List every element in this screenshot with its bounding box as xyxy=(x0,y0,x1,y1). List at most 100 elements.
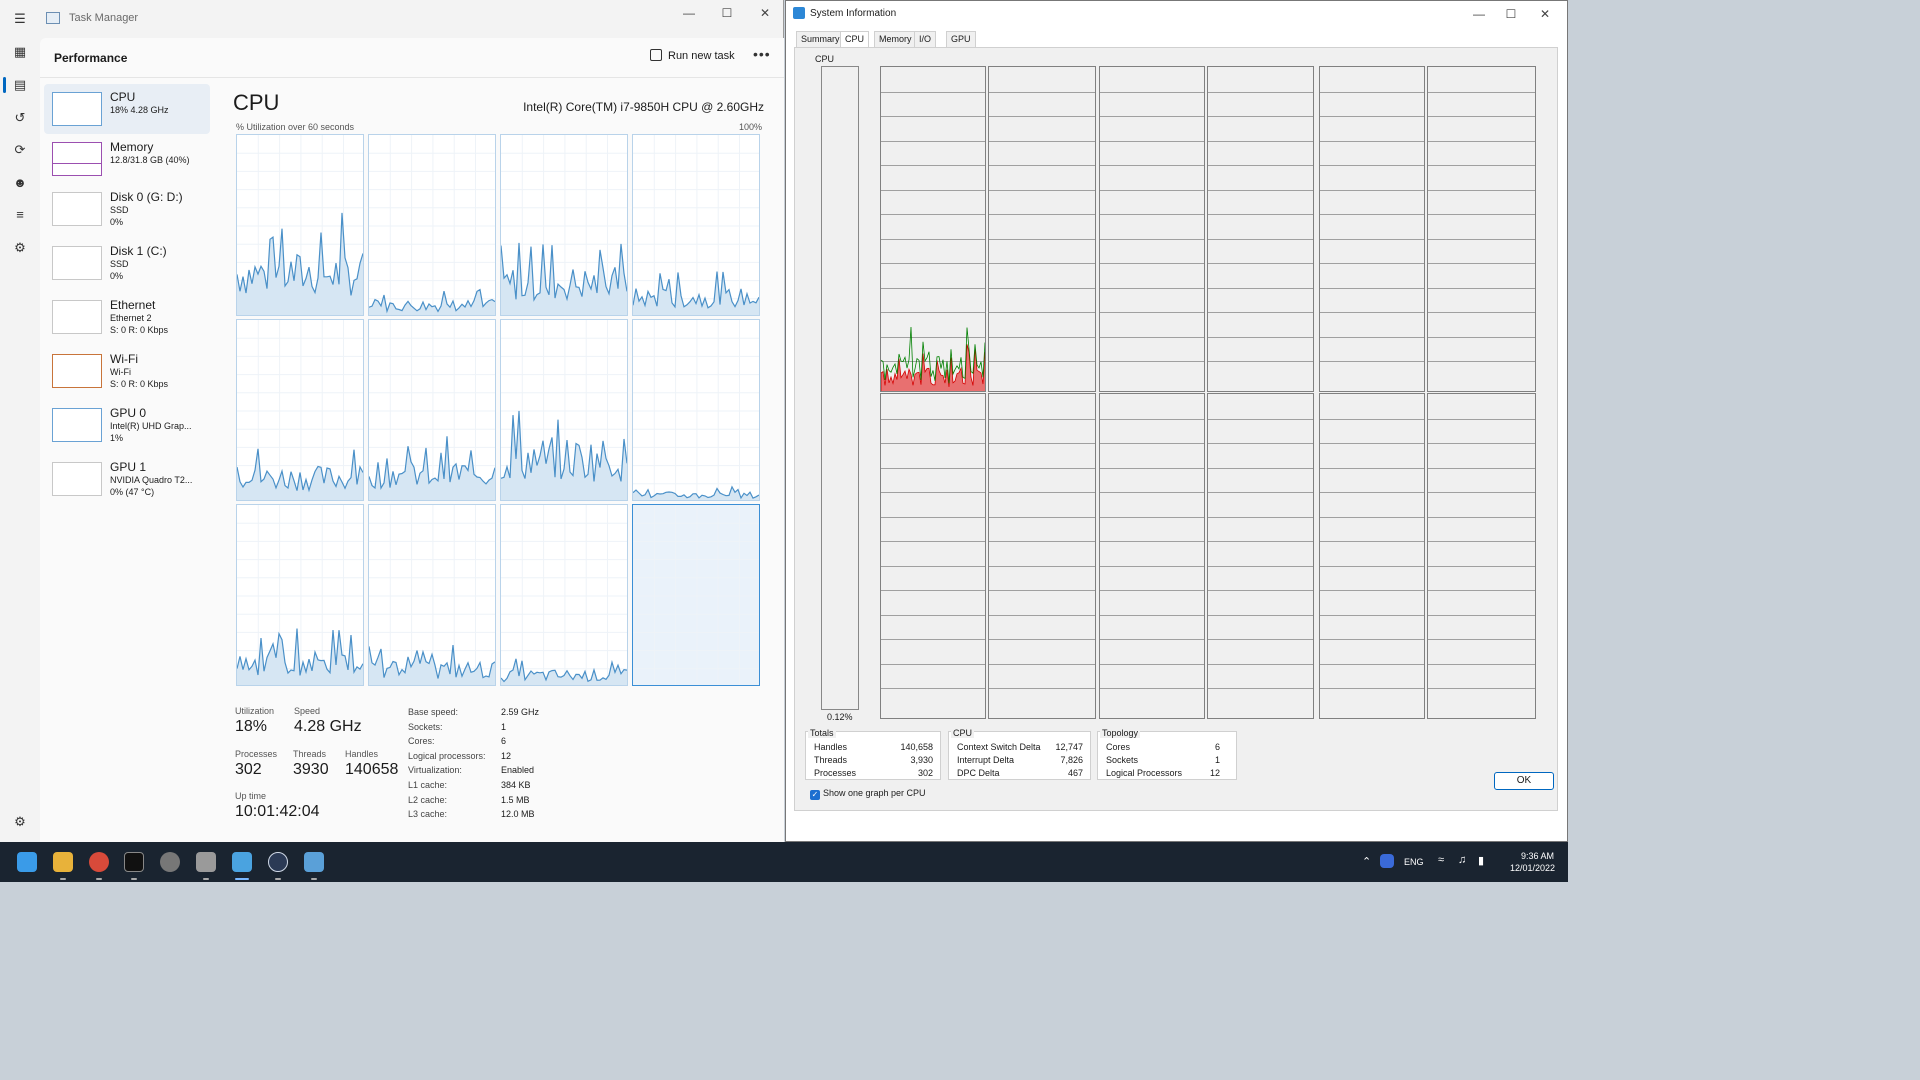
sidebar-item-6[interactable]: GPU 0 Intel(R) UHD Grap... 1% xyxy=(44,400,210,450)
volume-icon[interactable]: ♫ xyxy=(1458,854,1466,894)
start-windows-icon[interactable] xyxy=(17,852,37,872)
core-sparkline xyxy=(633,135,759,315)
services-icon[interactable]: ⚙ xyxy=(11,239,29,257)
sidebar-item-sub2: 0% xyxy=(110,271,124,281)
tray-app-icon[interactable] xyxy=(1380,854,1394,868)
grid-line xyxy=(1428,663,1535,665)
ok-button[interactable]: OK xyxy=(1494,772,1554,790)
hamburger-menu-icon[interactable]: ☰ xyxy=(11,10,29,28)
maximize-button[interactable]: ☐ xyxy=(712,4,742,22)
run-new-task-button[interactable]: Run new task xyxy=(650,49,735,62)
logical-processor-graph[interactable] xyxy=(368,134,496,316)
grid-line xyxy=(1100,614,1204,616)
settings-gear-icon[interactable]: ⚙ xyxy=(11,813,29,831)
show-hidden-icons-chevron-icon[interactable]: ⌃ xyxy=(1362,855,1371,895)
group-value: 467 xyxy=(1067,768,1083,778)
sidebar-item-2[interactable]: Disk 0 (G: D:) SSD 0% xyxy=(44,184,210,234)
show-one-graph-checkbox[interactable]: ✓ Show one graph per CPU xyxy=(810,788,926,800)
logical-processor-graph[interactable] xyxy=(368,504,496,686)
wifi-icon[interactable]: ≈ xyxy=(1438,854,1444,894)
window-title: Task Manager xyxy=(69,12,139,24)
tab-memory[interactable]: Memory xyxy=(874,31,917,47)
language-indicator[interactable]: ENG xyxy=(1404,857,1424,897)
sidebar-item-3[interactable]: Disk 1 (C:) SSD 0% xyxy=(44,238,210,288)
tab-cpu[interactable]: CPU xyxy=(840,31,870,48)
sidebar-item-5[interactable]: Wi-Fi Wi-Fi S: 0 R: 0 Kbps xyxy=(44,346,210,396)
si-close-button[interactable]: ✕ xyxy=(1530,5,1560,23)
logical-processor-graph[interactable] xyxy=(632,134,760,316)
grid-line xyxy=(1100,214,1204,215)
stat-utilization: Utilization 18% xyxy=(235,706,274,736)
logical-processor-graph[interactable] xyxy=(236,319,364,501)
grid-line xyxy=(1428,467,1535,469)
startup-apps-icon[interactable]: ⟳ xyxy=(11,141,29,159)
grid-line xyxy=(1320,443,1424,444)
sidebar-item-7[interactable]: GPU 1 NVIDIA Quadro T2... 0% (47 °C) xyxy=(44,454,210,504)
threads-label: Threads xyxy=(293,749,327,759)
sidebar-item-4[interactable]: Ethernet Ethernet 2 S: 0 R: 0 Kbps xyxy=(44,292,210,342)
grid-line xyxy=(989,614,1095,616)
grid-line xyxy=(1208,361,1313,362)
grid-line xyxy=(1428,516,1535,518)
detail-value: Enabled xyxy=(501,765,535,776)
core-sparkline xyxy=(237,320,363,500)
memory-usage-line xyxy=(53,163,101,164)
per-cpu-graph xyxy=(1207,66,1314,392)
grid-line xyxy=(1100,467,1204,469)
lock-app-icon[interactable] xyxy=(268,852,288,872)
sidebar-thumbnail-graph xyxy=(52,300,102,334)
tab-gpu[interactable]: GPU xyxy=(946,31,976,47)
app-history-icon[interactable]: ↺ xyxy=(11,109,29,127)
grid-line xyxy=(1208,312,1313,313)
performance-icon[interactable]: ▤ xyxy=(11,76,29,94)
logical-processor-graph[interactable] xyxy=(368,319,496,501)
handles-value: 140658 xyxy=(345,761,399,778)
logical-processor-graph[interactable] xyxy=(500,319,628,501)
sidebar-item-sub2: 0% (47 °C) xyxy=(110,487,155,497)
grid-line xyxy=(989,238,1095,240)
grid-line xyxy=(1100,418,1204,420)
sidebar-item-1[interactable]: Memory 12.8/31.8 GB (40%) xyxy=(44,134,210,184)
app-sphere-icon[interactable] xyxy=(160,852,180,872)
system-information-taskbar-icon[interactable] xyxy=(232,852,252,872)
battery-icon[interactable]: ▮ xyxy=(1478,854,1484,894)
terminal-icon[interactable] xyxy=(124,852,144,872)
users-icon[interactable]: ☻ xyxy=(11,174,29,192)
logical-processor-graph[interactable] xyxy=(632,319,760,501)
processes-icon[interactable]: ▦ xyxy=(11,43,29,61)
logical-processor-graph[interactable] xyxy=(632,504,760,686)
stat-speed: Speed 4.28 GHz xyxy=(294,706,362,736)
grid-line xyxy=(1208,263,1313,264)
close-button[interactable]: ✕ xyxy=(750,4,780,22)
task-manager-taskbar-icon[interactable] xyxy=(304,852,324,872)
tab-summary[interactable]: Summary xyxy=(796,31,845,47)
logical-processor-graph[interactable] xyxy=(500,134,628,316)
chip-icon[interactable] xyxy=(196,852,216,872)
sidebar-item-0[interactable]: CPU 18% 4.28 GHz xyxy=(44,84,210,134)
sidebar-item-sub1: SSD xyxy=(110,259,129,269)
logical-processor-graph[interactable] xyxy=(236,504,364,686)
minimize-button[interactable]: — xyxy=(674,4,704,22)
file-explorer-icon[interactable] xyxy=(53,852,73,872)
grid-line xyxy=(989,590,1095,591)
clock[interactable]: 9:36 AM 12/01/2022 xyxy=(1510,851,1555,891)
logical-processor-graph[interactable] xyxy=(236,134,364,316)
per-cpu-graph xyxy=(1319,66,1425,392)
grid-line xyxy=(1320,312,1424,313)
more-options-button[interactable]: ••• xyxy=(753,46,771,62)
sidebar-item-name: CPU xyxy=(110,90,136,104)
stat-processes: Processes 302 xyxy=(235,749,277,779)
tab-io[interactable]: I/O xyxy=(914,31,937,47)
stat-uptime: Up time 10:01:42:04 xyxy=(235,791,320,821)
group-row: Cores 6 xyxy=(1106,742,1244,754)
si-maximize-button[interactable]: ☐ xyxy=(1496,5,1526,23)
task-manager-window: Task Manager — ☐ ✕ ☰ ▦ ▤ ↺ ⟳ ☻ ≡ ⚙ ⚙ Per… xyxy=(0,0,784,842)
group-row: Handles 140,658 xyxy=(814,742,948,754)
per-cpu-graph xyxy=(1427,66,1536,392)
grid-line xyxy=(1428,263,1535,264)
si-minimize-button[interactable]: — xyxy=(1464,5,1494,23)
details-icon[interactable]: ≡ xyxy=(11,206,29,224)
logical-processor-graph[interactable] xyxy=(500,504,628,686)
chrome-icon[interactable] xyxy=(89,852,109,872)
sidebar-item-name: Disk 0 (G: D:) xyxy=(110,190,183,204)
